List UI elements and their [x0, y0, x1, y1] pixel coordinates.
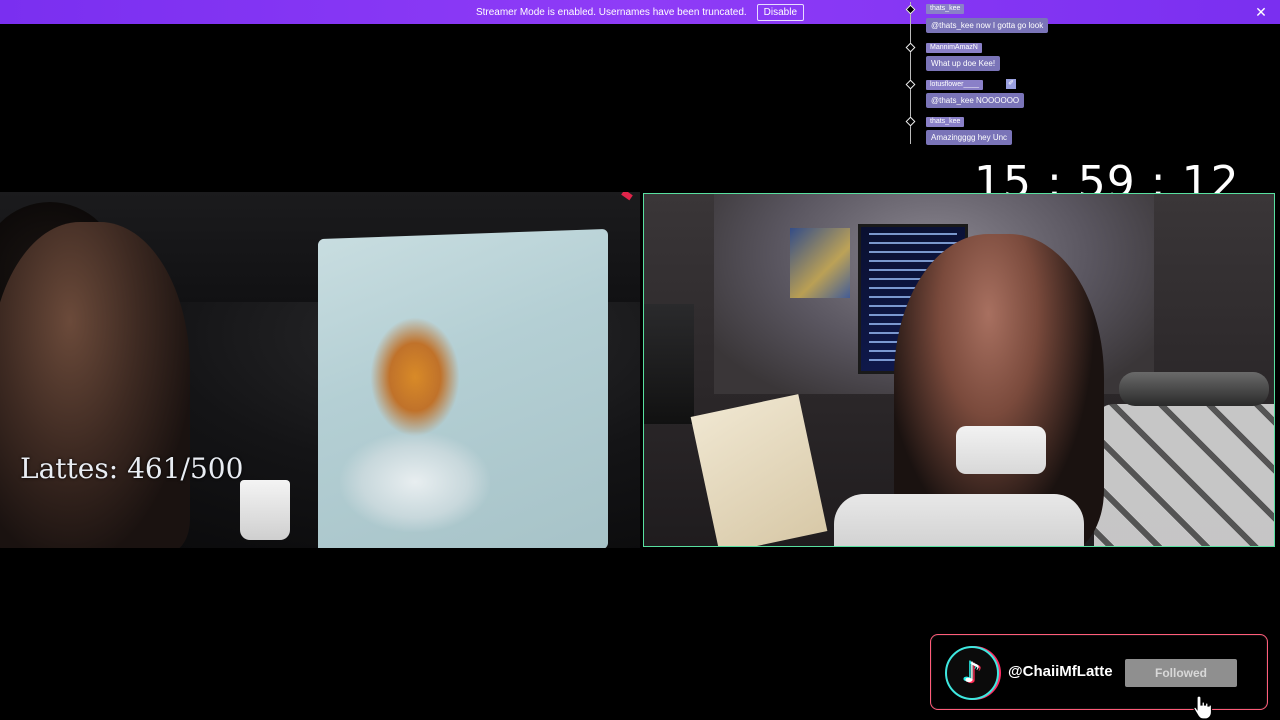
hand-cursor-icon — [1193, 695, 1213, 720]
left-camera-feed — [0, 192, 640, 548]
latte-goal-counter: Lattes: 461/500 — [20, 452, 244, 485]
tiktok-follow-card: ♪ @ChaiiMfLatte Followed — [930, 634, 1268, 710]
diamond-icon — [905, 42, 916, 53]
chat-message: thats_kee @thats_kee now I gotta go look — [904, 2, 1104, 38]
chat-message: lotusflower____ ✐ @thats_kee NOOOOOO — [904, 77, 1104, 113]
streamer-mode-message: Streamer Mode is enabled. Usernames have… — [475, 6, 747, 18]
plaid-blanket — [1094, 404, 1274, 546]
tiktok-note-glyph: ♪ — [963, 656, 981, 689]
chat-message-text: @thats_kee NOOOOOO — [926, 93, 1025, 108]
chat-message-text: What up doe Kee! — [926, 56, 1001, 71]
painted-white-flower — [340, 432, 490, 532]
microphone — [1119, 372, 1269, 406]
right-camera-feed — [643, 193, 1275, 547]
followed-button[interactable]: Followed — [1125, 659, 1237, 687]
tiktok-handle: @ChaiiMfLatte — [1008, 663, 1113, 680]
diamond-icon — [905, 116, 916, 127]
chat-message-text: Amazingggg hey Unc — [926, 130, 1013, 145]
diamond-icon — [905, 4, 916, 15]
chat-username: thats_kee — [926, 117, 965, 127]
chat-message: thats_kee Amazingggg hey Unc — [904, 114, 1104, 150]
chat-message-text: @thats_kee now I gotta go look — [926, 18, 1049, 33]
chat-message: MannimAmazN What up doe Kee! — [904, 40, 1104, 76]
foam-cup — [240, 480, 290, 540]
disable-streamer-mode-button[interactable]: Disable — [756, 3, 805, 21]
small-canvas — [690, 394, 828, 546]
chat-overlay: thats_kee @thats_kee now I gotta go look… — [904, 0, 1104, 146]
monitor — [644, 304, 694, 424]
diamond-icon — [905, 79, 916, 90]
chat-username: thats_kee — [926, 4, 965, 14]
white-pants — [834, 494, 1084, 546]
pencil-badge-icon: ✐ — [1006, 79, 1016, 89]
close-icon[interactable]: ✕ — [1254, 5, 1268, 19]
tiktok-icon: ♪ — [945, 646, 999, 700]
chat-username: MannimAmazN — [926, 43, 982, 53]
person-left — [0, 222, 190, 548]
white-top — [956, 426, 1046, 474]
painted-flower — [370, 317, 460, 437]
wall-poster — [790, 228, 850, 298]
chat-username: lotusflower____ — [926, 80, 984, 90]
